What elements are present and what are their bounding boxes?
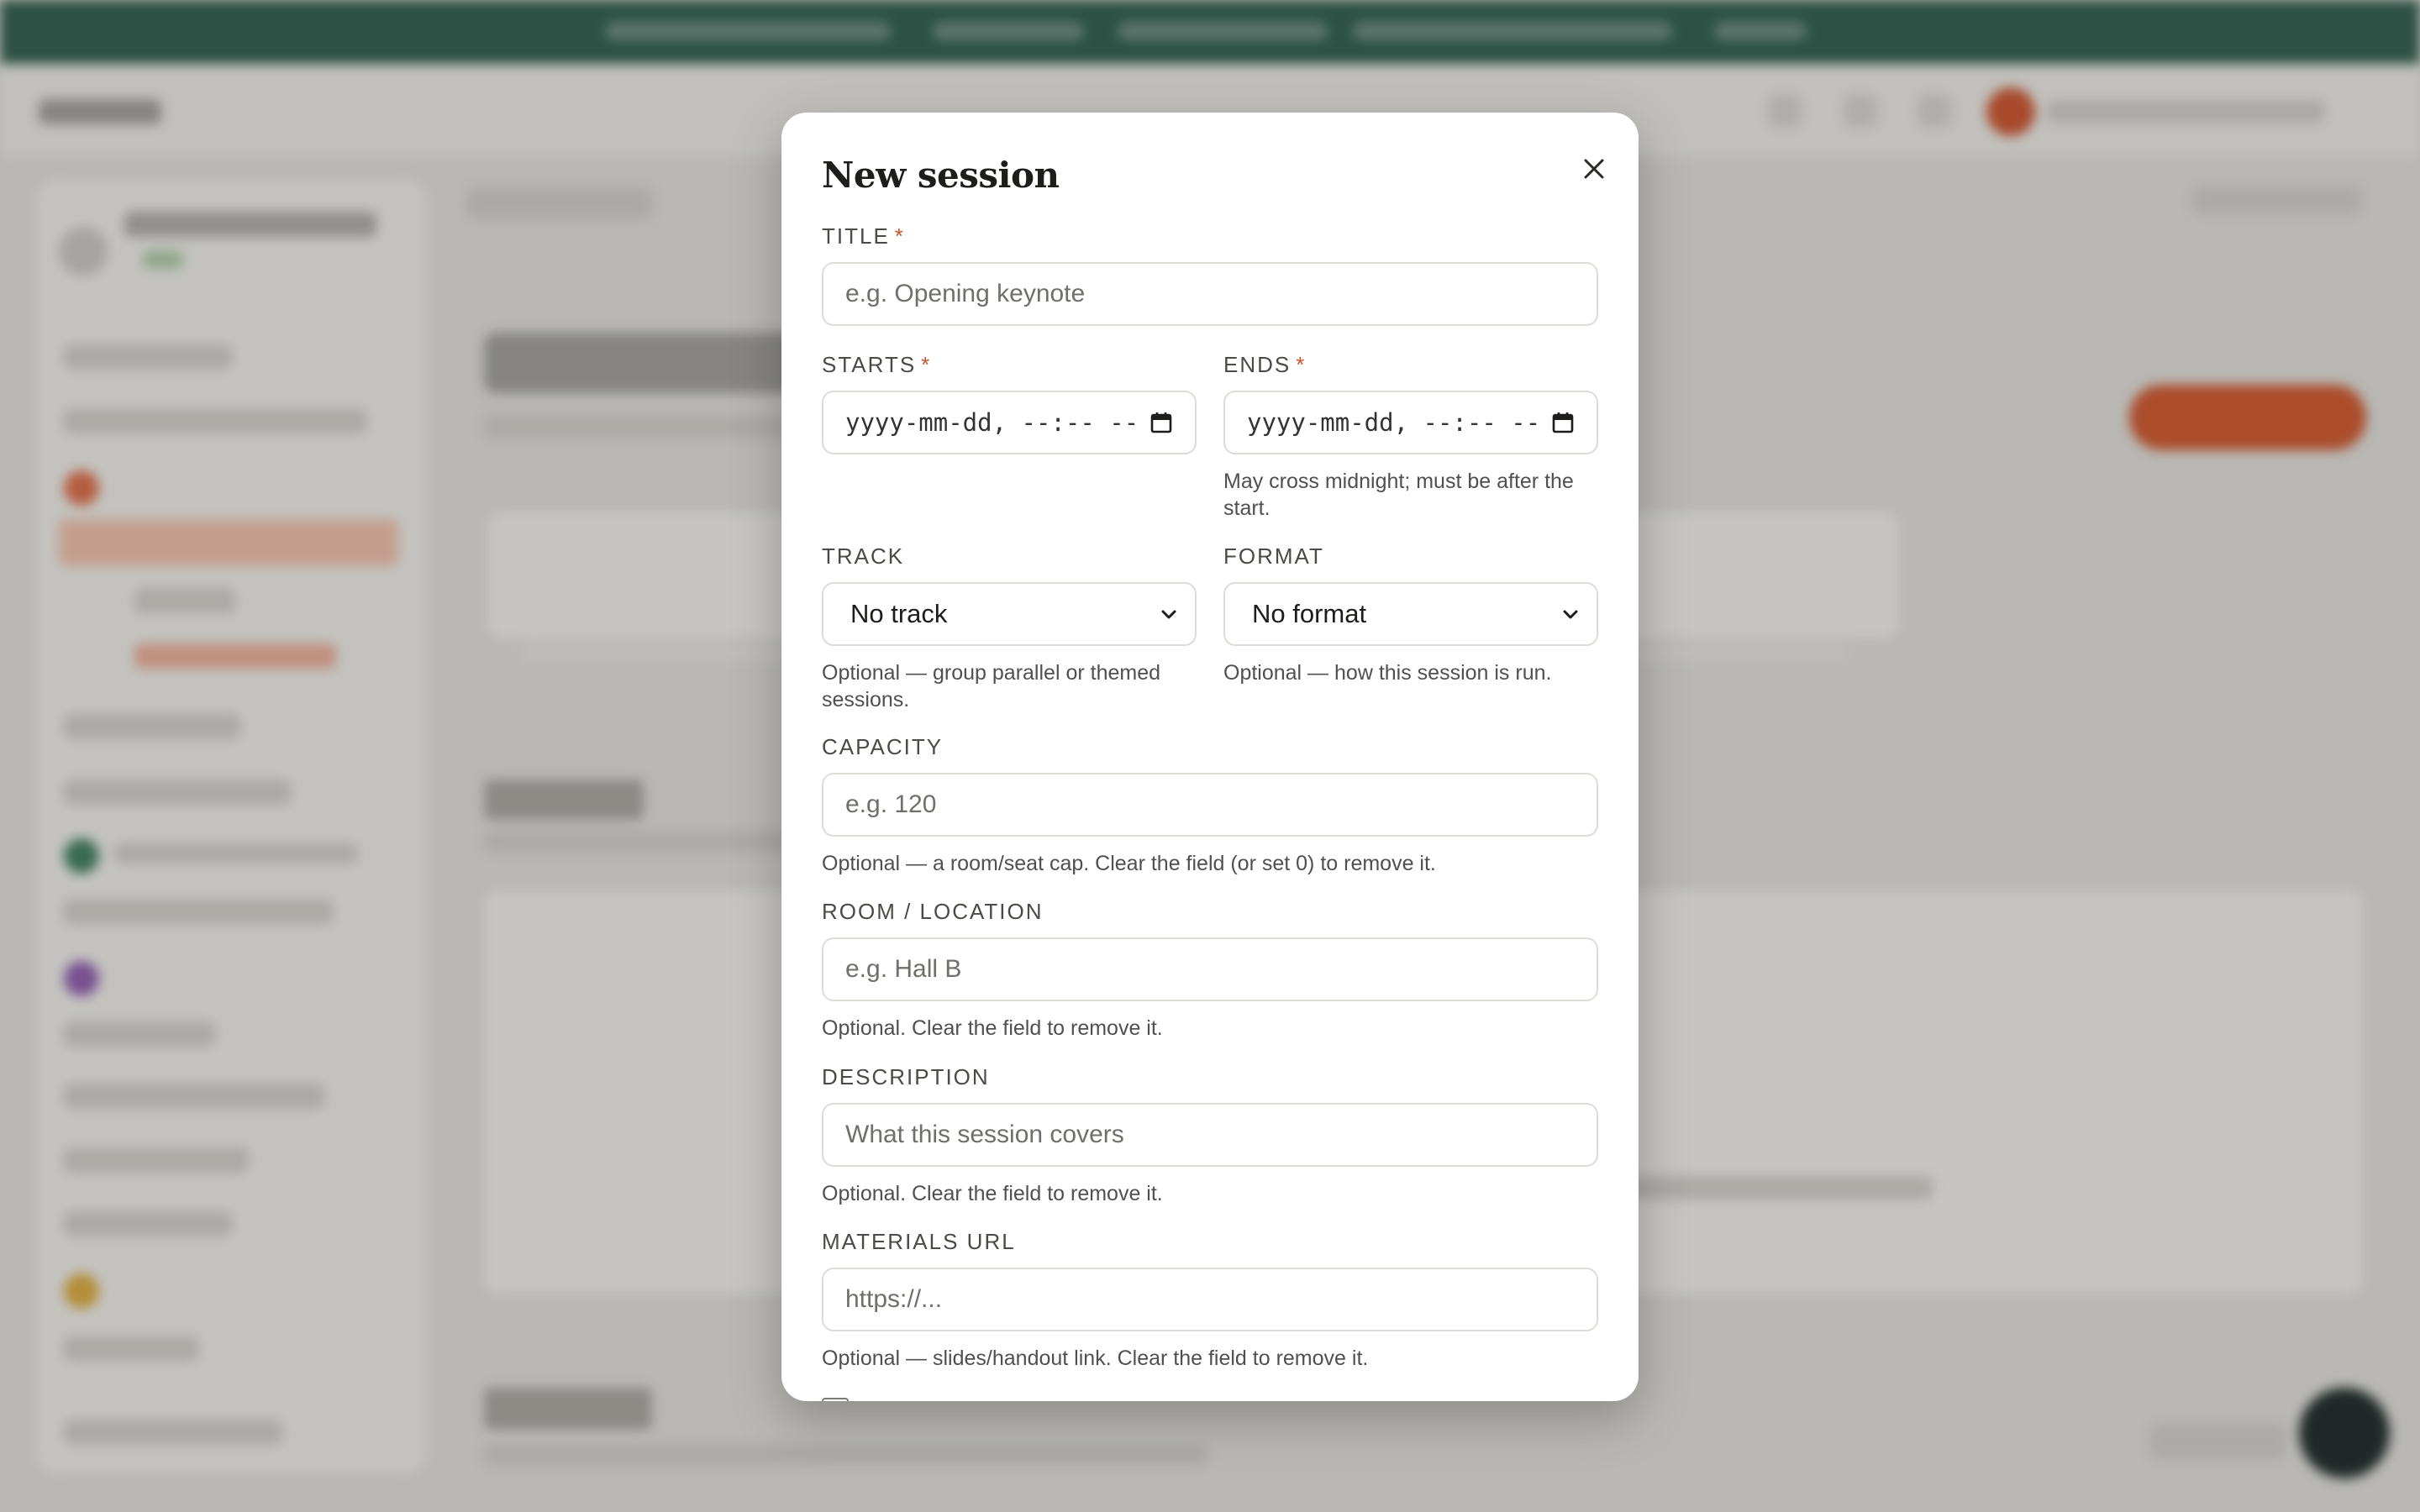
format-help: Optional — how this session is run. — [1223, 661, 1552, 685]
track-label: TRACK — [822, 543, 905, 569]
ends-datetime-input[interactable]: yyyy-mm-dd, --:-- -- — [1223, 391, 1598, 454]
track-help: Optional — group parallel or themed sess… — [822, 661, 1161, 711]
materials-field: MATERIALS URL Optional — slides/handout … — [822, 1229, 1598, 1370]
description-input[interactable] — [822, 1103, 1598, 1167]
format-label: FORMAT — [1223, 543, 1324, 569]
room-input[interactable] — [822, 937, 1598, 1001]
materials-url-input[interactable] — [822, 1268, 1598, 1331]
room-help: Optional. Clear the field to remove it. — [822, 1016, 1163, 1040]
format-field: FORMAT No format Optional — how this ses… — [1223, 543, 1598, 685]
calendar-icon[interactable] — [1551, 411, 1575, 434]
track-field: TRACK No track Optional — group parallel… — [822, 543, 1197, 711]
title-input[interactable] — [822, 262, 1598, 326]
ends-label: ENDS * — [1223, 352, 1307, 377]
description-label: DESCRIPTION — [822, 1064, 990, 1089]
format-selected-value: No format — [1252, 599, 1367, 628]
description-field: DESCRIPTION Optional. Clear the field to… — [822, 1064, 1598, 1205]
track-selected-value: No track — [850, 599, 948, 628]
materials-help: Optional — slides/handout link. Clear th… — [822, 1347, 1369, 1370]
capacity-label: CAPACITY — [822, 734, 944, 759]
chevron-down-icon — [1563, 610, 1578, 619]
title-field: TITLE * — [822, 223, 1598, 326]
format-select[interactable]: No format — [1223, 582, 1598, 646]
starts-field: STARTS * yyyy-mm-dd, --:-- -- — [822, 352, 1197, 454]
chevron-down-icon — [1161, 610, 1176, 619]
ends-field: ENDS * yyyy-mm-dd, --:-- -- May cross mid… — [1223, 352, 1598, 520]
materials-label: MATERIALS URL — [822, 1229, 1016, 1254]
starts-label: STARTS * — [822, 352, 932, 377]
calendar-icon[interactable] — [1150, 411, 1173, 434]
option-checkbox[interactable] — [822, 1398, 849, 1401]
new-session-dialog: New session TITLE* STARTS* yyyy-mm-dd, -… — [781, 113, 1639, 1401]
room-field: ROOM / LOCATION Optional. Clear the fiel… — [822, 899, 1598, 1040]
capacity-field: CAPACITY Optional — a room/seat cap. Cle… — [822, 734, 1598, 875]
track-select[interactable]: No track — [822, 582, 1197, 646]
starts-datetime-input[interactable]: yyyy-mm-dd, --:-- -- — [822, 391, 1197, 454]
dialog-title: New session — [822, 155, 1060, 196]
ends-value: yyyy-mm-dd, --:-- -- — [1247, 408, 1541, 437]
starts-value: yyyy-mm-dd, --:-- -- — [845, 408, 1139, 437]
close-button[interactable] — [1573, 148, 1615, 190]
ends-help: May cross midnight; must be after the st… — [1223, 470, 1574, 520]
room-label: ROOM / LOCATION — [822, 899, 1044, 924]
capacity-input[interactable] — [822, 773, 1598, 837]
title-label: TITLE * — [822, 223, 905, 249]
close-icon — [1584, 159, 1604, 179]
description-help: Optional. Clear the field to remove it. — [822, 1182, 1163, 1205]
capacity-help: Optional — a room/seat cap. Clear the fi… — [822, 852, 1436, 875]
